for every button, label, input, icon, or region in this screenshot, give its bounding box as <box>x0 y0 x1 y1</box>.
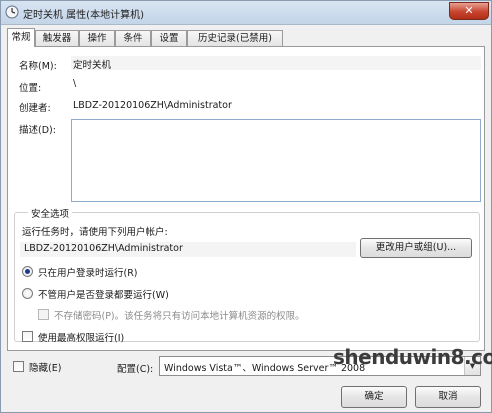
radio-run-whether-logged-on[interactable] <box>22 288 33 299</box>
location-label: 位置: <box>19 83 42 94</box>
author-value: LBDZ-20120106ZH\Administrator <box>73 100 232 111</box>
window-title: 定时关机 属性(本地计算机) <box>23 10 144 21</box>
close-button[interactable]: ✕ <box>449 2 489 20</box>
general-panel: 名称(M): 定时关机 位置: \ 创建者: LBDZ-20120106ZH\A… <box>7 46 485 351</box>
hidden-checkbox[interactable] <box>13 361 24 372</box>
configure-label: 配置(C): <box>117 364 154 375</box>
name-value: 定时关机 <box>73 60 112 71</box>
site-watermark: shenduwin8.com <box>329 341 492 411</box>
account-field: LBDZ-20120106ZH\Administrator <box>20 242 356 257</box>
location-value: \ <box>73 78 77 89</box>
highest-privileges-label[interactable]: 使用最高权限运行(I) <box>38 330 124 344</box>
name-label: 名称(M): <box>19 61 57 72</box>
no-store-password-label: 不存储密码(P)。该任务将只有访问本地计算机资源的权限。 <box>54 311 305 322</box>
tab-actions[interactable]: 操作 <box>79 30 115 46</box>
no-store-password-checkbox[interactable] <box>38 309 49 320</box>
radio-run-only-logged-on[interactable] <box>22 266 33 277</box>
tab-triggers[interactable]: 触发器 <box>35 30 79 46</box>
name-field[interactable]: 定时关机 <box>71 56 481 71</box>
radio-run-whether-logged-on-label[interactable]: 不管用户是否登录都要运行(W) <box>38 287 169 301</box>
title-bar[interactable]: 定时关机 属性(本地计算机) ✕ <box>1 1 491 25</box>
properties-dialog: 定时关机 属性(本地计算机) ✕ 常规 触发器 操作 条件 设置 历史记录(已禁… <box>0 0 492 413</box>
task-clock-icon <box>5 5 19 19</box>
account-value: LBDZ-20120106ZH\Administrator <box>24 243 183 254</box>
hidden-label[interactable]: 隐藏(E) <box>29 360 61 374</box>
watermark-text: shenduwin8.com <box>333 345 492 369</box>
description-label: 描述(D): <box>19 125 56 136</box>
run-as-prompt: 运行任务时，请使用下列用户帐户: <box>22 227 168 238</box>
highest-privileges-checkbox[interactable] <box>22 331 33 342</box>
description-textarea[interactable] <box>71 119 481 202</box>
tab-settings[interactable]: 设置 <box>151 30 187 46</box>
tab-general[interactable]: 常规 <box>7 28 35 47</box>
author-label: 创建者: <box>19 103 51 114</box>
close-icon: ✕ <box>464 4 474 17</box>
security-group-title: 安全选项 <box>28 206 73 220</box>
radio-run-only-logged-on-label[interactable]: 只在用户登录时运行(R) <box>38 265 138 279</box>
tab-conditions[interactable]: 条件 <box>115 30 151 46</box>
change-user-button[interactable]: 更改用户或组(U)... <box>360 238 472 258</box>
tab-history[interactable]: 历史记录(已禁用) <box>187 30 283 46</box>
